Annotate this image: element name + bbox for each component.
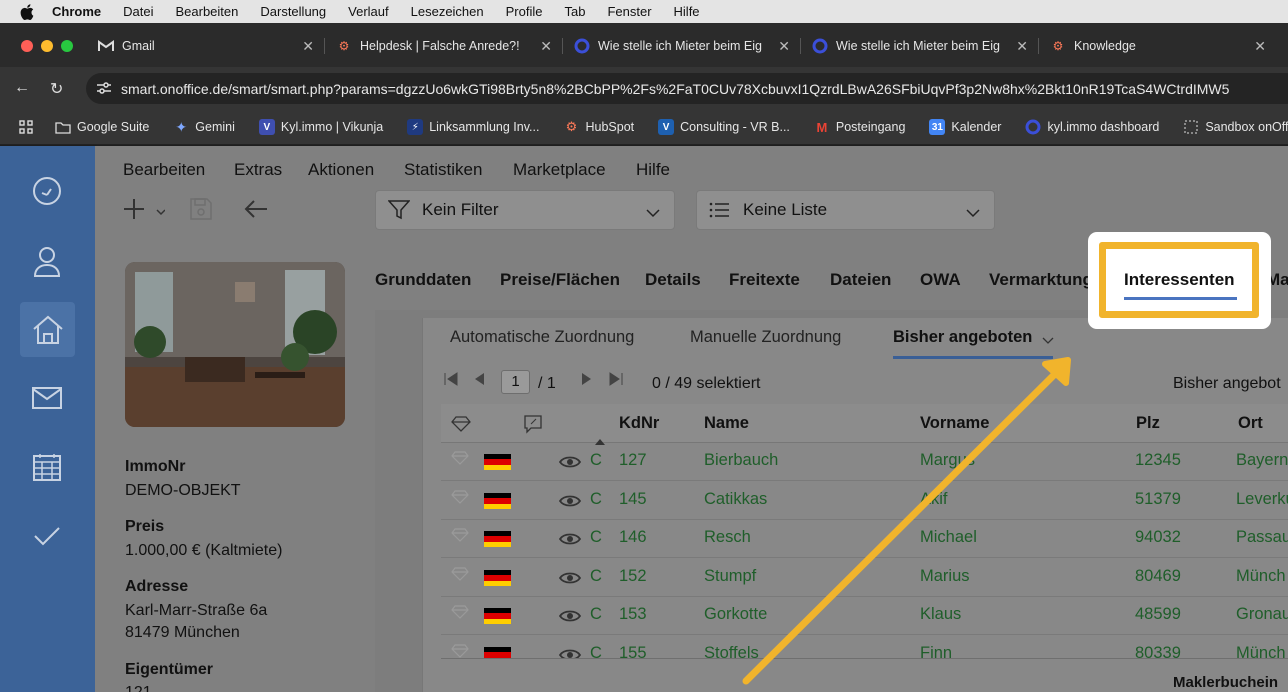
web-content: Bearbeiten Extras Aktionen Statistiken M… xyxy=(0,146,1288,692)
apps-grid-icon[interactable] xyxy=(19,120,33,134)
tab-onoffice-1[interactable]: Wie stelle ich Mieter beim Eig ✕ xyxy=(574,31,801,61)
link-icon: ⚡ xyxy=(407,119,424,135)
window-zoom-button[interactable] xyxy=(61,40,73,52)
close-icon[interactable]: ✕ xyxy=(302,38,314,55)
window-close-button[interactable] xyxy=(21,40,33,52)
gemini-icon: ✦ xyxy=(175,118,188,135)
macos-menubar: Chrome Datei Bearbeiten Darstellung Verl… xyxy=(0,0,1288,23)
bookmark-posteingang[interactable]: M Posteingang xyxy=(814,119,905,135)
vikunja-icon: V xyxy=(258,119,275,135)
browser-navbar: ← ↻ smart.onoffice.de/smart/smart.php?pa… xyxy=(0,67,1288,110)
bookmark-sandbox[interactable]: Sandbox onOffice xyxy=(1183,119,1288,135)
menu-lesezeichen[interactable]: Lesezeichen xyxy=(411,4,484,19)
site-settings-icon[interactable] xyxy=(96,81,112,98)
close-icon[interactable]: ✕ xyxy=(1016,38,1028,55)
bookmark-vikunja[interactable]: V Kyl.immo | Vikunja xyxy=(258,119,383,135)
calendar-icon: 31 xyxy=(929,119,946,135)
menu-datei[interactable]: Datei xyxy=(123,4,153,19)
menu-darstellung[interactable]: Darstellung xyxy=(260,4,326,19)
close-icon[interactable]: ✕ xyxy=(1254,38,1266,55)
dashed-box-icon xyxy=(1183,119,1199,135)
url-text: smart.onoffice.de/smart/smart.php?params… xyxy=(121,80,1230,97)
apple-icon[interactable] xyxy=(20,3,36,20)
onoffice-icon xyxy=(1025,119,1041,135)
bookmark-hubspot[interactable]: ⚙ HubSpot xyxy=(563,119,634,135)
tab-gmail[interactable]: Gmail ✕ xyxy=(98,31,325,61)
bookmark-kalender[interactable]: 31 Kalender xyxy=(929,119,1001,135)
menu-fenster[interactable]: Fenster xyxy=(607,4,651,19)
bookmark-linksammlung[interactable]: ⚡ Linksammlung Inv... xyxy=(407,119,539,135)
hubspot-icon: ⚙ xyxy=(338,39,350,53)
gmail-icon xyxy=(98,38,114,54)
close-icon[interactable]: ✕ xyxy=(778,38,790,55)
bookmark-google-suite[interactable]: Google Suite xyxy=(55,119,149,135)
tab-helpdesk[interactable]: ⚙ Helpdesk | Falsche Anrede?! ✕ xyxy=(336,31,563,61)
hubspot-icon: ⚙ xyxy=(1052,39,1064,53)
menu-verlauf[interactable]: Verlauf xyxy=(348,4,388,19)
menu-tab[interactable]: Tab xyxy=(564,4,585,19)
bookmarks-bar: Google Suite ✦ Gemini V Kyl.immo | Vikun… xyxy=(0,110,1288,145)
menu-app-chrome[interactable]: Chrome xyxy=(52,4,101,19)
menu-bearbeiten[interactable]: Bearbeiten xyxy=(175,4,238,19)
vr-icon: V xyxy=(658,119,675,135)
bookmark-consulting[interactable]: V Consulting - VR B... xyxy=(658,119,790,135)
folder-icon xyxy=(55,119,71,135)
menu-hilfe[interactable]: Hilfe xyxy=(674,4,700,19)
hubspot-icon: ⚙ xyxy=(565,119,578,134)
browser-tabstrip: Gmail ✕ ⚙ Helpdesk | Falsche Anrede?! ✕ … xyxy=(0,23,1288,67)
onoffice-icon xyxy=(812,38,828,54)
tab-knowledge[interactable]: ⚙ Knowledge ✕ xyxy=(1050,31,1276,61)
bookmark-kyl-dashboard[interactable]: kyl.immo dashboard xyxy=(1025,119,1159,135)
tab-onoffice-2[interactable]: Wie stelle ich Mieter beim Eig ✕ xyxy=(812,31,1039,61)
close-icon[interactable]: ✕ xyxy=(540,38,552,55)
back-arrow-icon[interactable]: ← xyxy=(14,79,30,97)
window-minimize-button[interactable] xyxy=(41,40,53,52)
bookmark-gemini[interactable]: ✦ Gemini xyxy=(173,118,234,135)
gmail-icon: M xyxy=(816,119,828,135)
menu-profile[interactable]: Profile xyxy=(506,4,543,19)
address-bar[interactable]: smart.onoffice.de/smart/smart.php?params… xyxy=(86,73,1288,104)
reload-icon[interactable]: ↻ xyxy=(50,79,63,99)
onoffice-icon xyxy=(574,38,590,54)
annotation-arrow-icon xyxy=(742,357,1071,685)
